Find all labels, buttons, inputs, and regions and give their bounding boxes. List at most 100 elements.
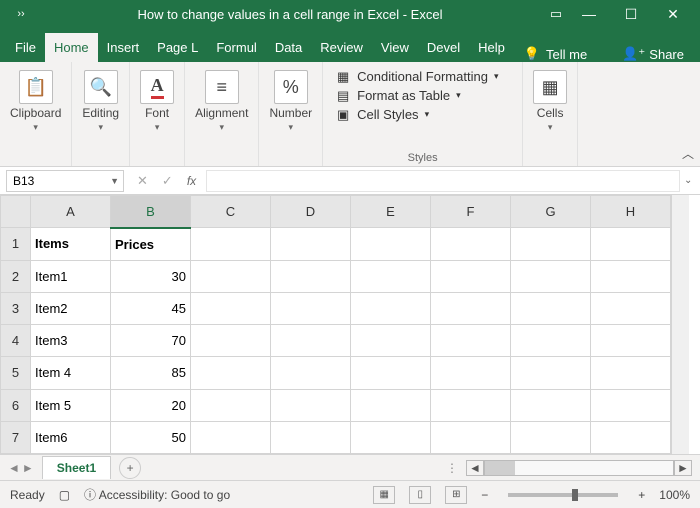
cell-B2[interactable]: 30 bbox=[111, 260, 191, 292]
cell-F3[interactable] bbox=[431, 292, 511, 324]
maximize-button[interactable]: ☐ bbox=[610, 6, 652, 23]
col-header-E[interactable]: E bbox=[351, 196, 431, 228]
number-button[interactable]: % Number ▾ bbox=[269, 66, 312, 133]
formula-input[interactable] bbox=[206, 170, 680, 192]
cell-F6[interactable] bbox=[431, 389, 511, 421]
cell-C2[interactable] bbox=[191, 260, 271, 292]
cell-E4[interactable] bbox=[351, 325, 431, 357]
tab-devel[interactable]: Devel bbox=[418, 33, 469, 62]
cell-A4[interactable]: Item3 bbox=[31, 325, 111, 357]
scroll-left-button[interactable]: ◄ bbox=[466, 460, 484, 476]
view-normal-button[interactable]: ▦ bbox=[373, 486, 395, 504]
cell-A1[interactable]: Items bbox=[31, 228, 111, 260]
expand-formula-bar[interactable]: ⌄ bbox=[684, 175, 700, 186]
cell-G6[interactable] bbox=[511, 389, 591, 421]
cell-F2[interactable] bbox=[431, 260, 511, 292]
cell-A2[interactable]: Item1 bbox=[31, 260, 111, 292]
cell-G2[interactable] bbox=[511, 260, 591, 292]
conditional-formatting-button[interactable]: ▦ Conditional Formatting ▾ bbox=[333, 68, 500, 85]
row-header-2[interactable]: 2 bbox=[1, 260, 31, 292]
ribbon-display-icon[interactable]: ▭ bbox=[544, 6, 568, 22]
col-header-H[interactable]: H bbox=[591, 196, 671, 228]
enter-formula-icon[interactable]: ✓ bbox=[162, 173, 173, 189]
clipboard-button[interactable]: 📋 Clipboard ▾ bbox=[10, 66, 61, 133]
zoom-slider[interactable] bbox=[508, 493, 618, 497]
row-header-5[interactable]: 5 bbox=[1, 357, 31, 389]
accessibility-status[interactable]: ⓘ Accessibility: Good to go bbox=[84, 486, 230, 503]
tab-review[interactable]: Review bbox=[311, 33, 372, 62]
cell-D4[interactable] bbox=[271, 325, 351, 357]
cell-G1[interactable] bbox=[511, 228, 591, 260]
cell-E3[interactable] bbox=[351, 292, 431, 324]
tab-formul[interactable]: Formul bbox=[207, 33, 265, 62]
cell-D7[interactable] bbox=[271, 421, 351, 453]
cell-E2[interactable] bbox=[351, 260, 431, 292]
cell-G3[interactable] bbox=[511, 292, 591, 324]
cell-H5[interactable] bbox=[591, 357, 671, 389]
cell-E1[interactable] bbox=[351, 228, 431, 260]
cell-A5[interactable]: Item 4 bbox=[31, 357, 111, 389]
row-header-3[interactable]: 3 bbox=[1, 292, 31, 324]
chevron-down-icon[interactable]: ▼ bbox=[110, 176, 119, 186]
col-header-C[interactable]: C bbox=[191, 196, 271, 228]
worksheet-grid[interactable]: ABCDEFGH1ItemsPrices2Item1303Item2454Ite… bbox=[0, 195, 700, 454]
view-page-break-button[interactable]: ⊞ bbox=[445, 486, 467, 504]
cells-button[interactable]: ▦ Cells ▾ bbox=[533, 66, 567, 133]
sheet-nav-prev[interactable]: ◄ bbox=[8, 461, 20, 475]
tab-help[interactable]: Help bbox=[469, 33, 514, 62]
col-header-B[interactable]: B bbox=[111, 196, 191, 228]
zoom-in-button[interactable]: + bbox=[638, 488, 645, 502]
cell-C3[interactable] bbox=[191, 292, 271, 324]
zoom-out-button[interactable]: − bbox=[481, 488, 488, 502]
cell-B1[interactable]: Prices bbox=[111, 228, 191, 260]
cell-styles-button[interactable]: ▣ Cell Styles ▾ bbox=[333, 106, 500, 123]
cell-C5[interactable] bbox=[191, 357, 271, 389]
format-as-table-button[interactable]: ▤ Format as Table ▾ bbox=[333, 87, 500, 104]
zoom-level[interactable]: 100% bbox=[659, 488, 690, 502]
cell-G4[interactable] bbox=[511, 325, 591, 357]
tab-data[interactable]: Data bbox=[266, 33, 311, 62]
font-button[interactable]: A Font ▾ bbox=[140, 66, 174, 133]
cell-G5[interactable] bbox=[511, 357, 591, 389]
cell-A6[interactable]: Item 5 bbox=[31, 389, 111, 421]
cell-C4[interactable] bbox=[191, 325, 271, 357]
col-header-G[interactable]: G bbox=[511, 196, 591, 228]
cell-B6[interactable]: 20 bbox=[111, 389, 191, 421]
cell-D2[interactable] bbox=[271, 260, 351, 292]
cell-E5[interactable] bbox=[351, 357, 431, 389]
cell-F4[interactable] bbox=[431, 325, 511, 357]
cell-C6[interactable] bbox=[191, 389, 271, 421]
select-all-corner[interactable] bbox=[1, 196, 31, 228]
cell-F5[interactable] bbox=[431, 357, 511, 389]
cell-G7[interactable] bbox=[511, 421, 591, 453]
cell-F1[interactable] bbox=[431, 228, 511, 260]
cell-H3[interactable] bbox=[591, 292, 671, 324]
cell-D1[interactable] bbox=[271, 228, 351, 260]
col-header-A[interactable]: A bbox=[31, 196, 111, 228]
scroll-right-button[interactable]: ► bbox=[674, 460, 692, 476]
share-button[interactable]: 👤⁺ Share bbox=[612, 46, 694, 62]
cell-A7[interactable]: Item6 bbox=[31, 421, 111, 453]
fx-icon[interactable]: fx bbox=[187, 174, 196, 188]
cell-B4[interactable]: 70 bbox=[111, 325, 191, 357]
tell-me[interactable]: 💡 Tell me bbox=[514, 46, 597, 62]
cell-D3[interactable] bbox=[271, 292, 351, 324]
cell-E7[interactable] bbox=[351, 421, 431, 453]
tab-pagel[interactable]: Page L bbox=[148, 33, 207, 62]
row-header-6[interactable]: 6 bbox=[1, 389, 31, 421]
tab-insert[interactable]: Insert bbox=[98, 33, 149, 62]
cell-D6[interactable] bbox=[271, 389, 351, 421]
cell-H2[interactable] bbox=[591, 260, 671, 292]
cell-D5[interactable] bbox=[271, 357, 351, 389]
cell-B7[interactable]: 50 bbox=[111, 421, 191, 453]
col-header-F[interactable]: F bbox=[431, 196, 511, 228]
cell-F7[interactable] bbox=[431, 421, 511, 453]
cell-H7[interactable] bbox=[591, 421, 671, 453]
cell-H4[interactable] bbox=[591, 325, 671, 357]
close-button[interactable]: ✕ bbox=[652, 6, 694, 23]
horizontal-scrollbar[interactable]: ◄ ► bbox=[466, 460, 692, 476]
cancel-formula-icon[interactable]: ✕ bbox=[137, 173, 148, 189]
sheet-nav-next[interactable]: ► bbox=[22, 461, 34, 475]
tab-split-icon[interactable]: ⋮ bbox=[446, 461, 458, 475]
editing-button[interactable]: 🔍 Editing ▾ bbox=[82, 66, 119, 133]
